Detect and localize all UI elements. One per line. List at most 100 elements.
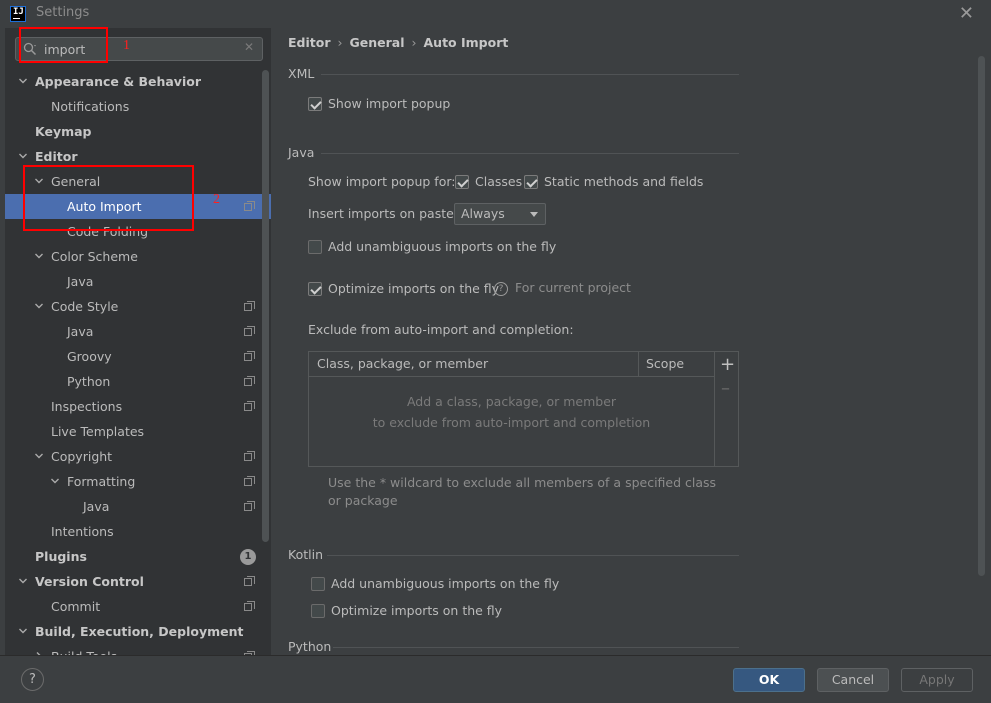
breadcrumb-separator-icon: › [337, 35, 343, 50]
kotlin-add-unambiguous-checkbox[interactable] [311, 577, 325, 591]
sidebar-item-label: Keymap [35, 124, 92, 139]
ok-button[interactable]: OK [733, 668, 805, 692]
insert-on-paste-dropdown[interactable]: Always [454, 203, 546, 225]
exclude-label: Exclude from auto-import and completion: [308, 322, 574, 337]
clear-search-icon[interactable]: ✕ [244, 40, 254, 54]
sidebar-item-label: Live Templates [51, 424, 145, 439]
show-popup-for-label: Show import popup for: [308, 174, 456, 189]
sidebar-item-plugins[interactable]: Plugins 1 [5, 544, 271, 569]
sidebar-item-label: Inspections [51, 399, 123, 414]
sidebar-scrollbar[interactable] [262, 70, 269, 542]
sidebar-item-label: Python [67, 374, 111, 389]
sidebar-item-code-style[interactable]: Code Style [5, 294, 271, 319]
chevron-down-icon[interactable] [19, 577, 27, 585]
sidebar-item-label: Color Scheme [51, 249, 138, 264]
sidebar-item-label: Commit [51, 599, 101, 614]
project-settings-icon [244, 326, 255, 336]
annotation-box-2 [23, 165, 194, 231]
exclude-table[interactable]: Class, package, or member Scope Add a cl… [308, 351, 739, 467]
apply-button[interactable]: Apply [901, 668, 973, 692]
chevron-down-icon[interactable] [35, 302, 43, 310]
sidebar-item-groovy[interactable]: Groovy [5, 344, 271, 369]
section-title-kotlin: Kotlin [288, 547, 323, 562]
sidebar-item-label: Build, Execution, Deployment [35, 624, 244, 639]
classes-checkbox[interactable] [455, 175, 469, 189]
window-title: Settings [36, 5, 90, 20]
sidebar-item-label: Appearance & Behavior [35, 74, 201, 89]
insert-on-paste-label: Insert imports on paste: [308, 206, 459, 221]
sidebar-item-python[interactable]: Python [5, 369, 271, 394]
column-header-class[interactable]: Class, package, or member [317, 356, 488, 371]
settings-content: Editor › General › Auto Import XML Show impo… [271, 28, 991, 655]
dialog-button-bar: ? OK Cancel Apply [0, 655, 991, 703]
breadcrumb-item-editor[interactable]: Editor [288, 35, 331, 50]
exclude-table-header: Class, package, or member Scope [309, 352, 714, 377]
sidebar-item-label: Groovy [67, 349, 112, 364]
kotlin-optimize-checkbox[interactable] [311, 604, 325, 618]
chevron-down-icon[interactable] [51, 477, 59, 485]
insert-on-paste-value: Always [461, 206, 505, 221]
column-header-scope[interactable]: Scope [646, 356, 684, 371]
sidebar-item-label: Version Control [35, 574, 144, 589]
sidebar-item-notifications[interactable]: Notifications [5, 94, 271, 119]
breadcrumb-item-auto-import: Auto Import [423, 35, 509, 50]
sidebar-item-appearance-behavior[interactable]: Appearance & Behavior [5, 69, 271, 94]
content-scrollbar[interactable] [978, 56, 985, 576]
sidebar-item-version-control[interactable]: Version Control [5, 569, 271, 594]
sidebar-item-label: Java [67, 274, 94, 289]
table-empty-text[interactable]: Add a class, package, or member [309, 394, 714, 409]
chevron-down-icon[interactable] [19, 77, 27, 85]
project-settings-icon [244, 401, 255, 411]
sidebar-item-color-scheme[interactable]: Color Scheme [5, 244, 271, 269]
static-methods-checkbox[interactable] [524, 175, 538, 189]
sidebar-item-label: Notifications [51, 99, 130, 114]
chevron-down-icon[interactable] [19, 627, 27, 635]
sidebar-item-java[interactable]: Java [5, 319, 271, 344]
java-optimize-label: Optimize imports on the fly [328, 281, 500, 296]
sidebar-item-label: Formatting [67, 474, 136, 489]
sidebar-item-java[interactable]: Java [5, 269, 271, 294]
sidebar-item-intentions[interactable]: Intentions [5, 519, 271, 544]
breadcrumb-item-general[interactable]: General [350, 35, 405, 50]
java-add-unambiguous-checkbox[interactable] [308, 240, 322, 254]
classes-label: Classes [475, 174, 523, 189]
chevron-down-icon[interactable] [19, 152, 27, 160]
sidebar-item-commit[interactable]: Commit [5, 594, 271, 619]
static-methods-label: Static methods and fields [544, 174, 704, 189]
sidebar-item-copyright[interactable]: Copyright [5, 444, 271, 469]
java-add-unambiguous-label: Add unambiguous imports on the fly [328, 239, 557, 254]
xml-show-import-popup-checkbox[interactable] [308, 97, 322, 111]
sidebar-item-label: Java [83, 499, 110, 514]
table-toolbar-divider [714, 352, 715, 466]
for-current-project-label: For current project [515, 280, 631, 295]
annotation-number-2: 2 [213, 192, 220, 207]
annotation-number-1: 1 [123, 38, 130, 53]
chevron-down-icon[interactable] [35, 252, 43, 260]
project-settings-icon [244, 351, 255, 361]
sidebar-item-label: Plugins [35, 549, 87, 564]
cancel-button[interactable]: Cancel [817, 668, 889, 692]
project-settings-icon [244, 501, 255, 511]
sidebar-item-java[interactable]: Java [5, 494, 271, 519]
project-settings-icon [244, 201, 255, 211]
chevron-down-icon [530, 212, 538, 217]
close-icon[interactable]: ✕ [959, 3, 974, 24]
annotation-box-1 [19, 27, 108, 63]
help-question-icon[interactable]: ? [494, 282, 508, 296]
settings-sidebar: ✕ Appearance & Behavior Notifications Keym… [5, 28, 271, 664]
project-settings-icon [244, 576, 255, 586]
title-bar: IJ Settings ✕ [0, 0, 991, 28]
add-icon[interactable]: + [720, 354, 735, 375]
settings-tree: Appearance & Behavior Notifications Keymap… [5, 69, 271, 669]
kotlin-optimize-label: Optimize imports on the fly [331, 603, 503, 618]
help-button[interactable]: ? [21, 668, 44, 691]
sidebar-item-inspections[interactable]: Inspections [5, 394, 271, 419]
sidebar-item-keymap[interactable]: Keymap [5, 119, 271, 144]
sidebar-item-live-templates[interactable]: Live Templates [5, 419, 271, 444]
sidebar-item-label: Java [67, 324, 94, 339]
section-title-java: Java [288, 145, 315, 160]
java-optimize-checkbox[interactable] [308, 282, 322, 296]
sidebar-item-build-execution-deployment[interactable]: Build, Execution, Deployment [5, 619, 271, 644]
sidebar-item-formatting[interactable]: Formatting [5, 469, 271, 494]
chevron-down-icon[interactable] [35, 452, 43, 460]
